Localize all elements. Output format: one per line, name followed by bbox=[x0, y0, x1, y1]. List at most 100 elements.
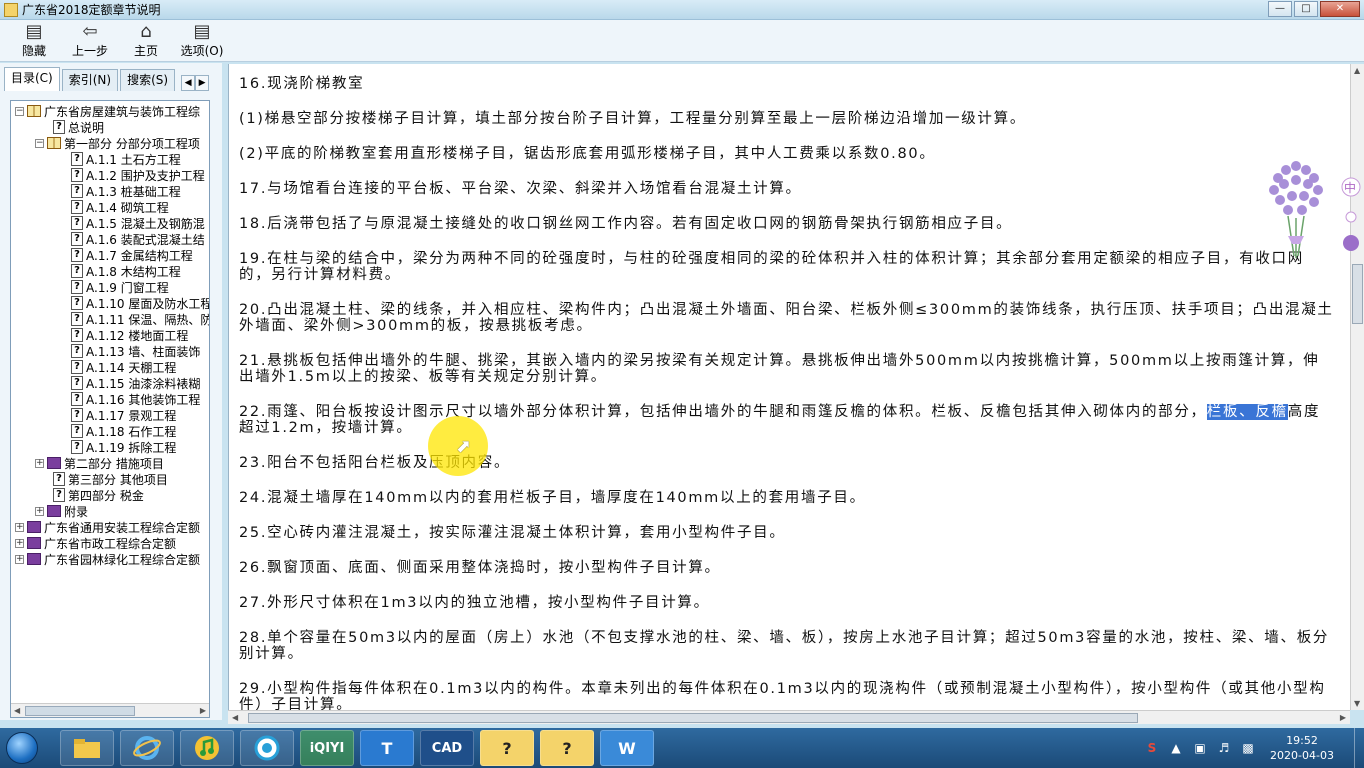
taskbar-iqiyi[interactable]: iQIYI bbox=[300, 730, 354, 766]
tree-item[interactable]: ? A.1.3 桩基础工程 bbox=[71, 183, 181, 199]
scroll-up-icon[interactable]: ▲ bbox=[1354, 66, 1360, 75]
expand-icon[interactable]: + bbox=[35, 458, 44, 468]
tree-item[interactable]: + 附录 bbox=[35, 503, 88, 519]
scroll-right-icon[interactable]: ▶ bbox=[200, 706, 206, 715]
expand-icon[interactable]: + bbox=[35, 506, 44, 516]
scroll-left-icon[interactable]: ◀ bbox=[232, 713, 238, 722]
taskbar-wps[interactable]: W bbox=[600, 730, 654, 766]
tree-item-label: A.1.6 装配式混凝土结 bbox=[86, 232, 205, 247]
tree-item[interactable]: − 广东省房屋建筑与装饰工程综 bbox=[15, 103, 200, 119]
tree-item[interactable]: ? A.1.7 金属结构工程 bbox=[71, 247, 193, 263]
hide-button[interactable]: ▤ 隐藏 bbox=[8, 20, 60, 60]
home-button[interactable]: ⌂ 主页 bbox=[120, 20, 172, 60]
paragraph: 22.雨篷、阳台板按设计图示尺寸以墙外部分体积计算，包括伸出墙外的牛腿和雨篷反檐… bbox=[239, 404, 1335, 436]
tree-item[interactable]: ? A.1.16 其他装饰工程 bbox=[71, 391, 200, 407]
taskbar-cad[interactable]: CAD bbox=[420, 730, 474, 766]
closed-book-icon bbox=[27, 537, 41, 549]
scrollbar-thumb[interactable] bbox=[25, 706, 135, 716]
tree-item[interactable]: ? 第三部分 其他项目 bbox=[53, 471, 168, 487]
tab-index[interactable]: 索引(N) bbox=[61, 69, 119, 91]
back-button[interactable]: ⇦ 上一步 bbox=[64, 20, 116, 60]
tree-item[interactable]: ? 总说明 bbox=[53, 119, 104, 135]
start-button[interactable] bbox=[0, 728, 44, 768]
expand-icon[interactable]: + bbox=[15, 538, 24, 548]
tree-item[interactable]: ? A.1.4 砌筑工程 bbox=[71, 199, 169, 215]
tree-item[interactable]: + 广东省园林绿化工程综合定额 bbox=[15, 551, 200, 567]
tab-scroll-left-icon[interactable]: ◀ bbox=[181, 75, 196, 91]
tree-item[interactable]: ? A.1.18 石作工程 bbox=[71, 423, 176, 439]
side-toolbar-widget[interactable]: 中 bbox=[1340, 175, 1362, 255]
show-hidden-icon[interactable]: ▲ bbox=[1168, 740, 1184, 756]
tree-item[interactable]: ? A.1.1 土石方工程 bbox=[71, 151, 181, 167]
contents-tree[interactable]: − 广东省房屋建筑与装饰工程综 ? 总说明 − 第一部分 分部分项工程项 ? A.… bbox=[10, 100, 210, 718]
scrollbar-thumb[interactable] bbox=[248, 713, 1138, 723]
tree-item[interactable]: ? A.1.9 门窗工程 bbox=[71, 279, 169, 295]
help-page-icon: ? bbox=[71, 312, 83, 326]
taskbar-chat[interactable] bbox=[240, 730, 294, 766]
tab-search[interactable]: 搜索(S) bbox=[120, 69, 176, 91]
maximize-button[interactable]: □ bbox=[1294, 1, 1318, 17]
content-vertical-scrollbar[interactable]: ▲ ▼ bbox=[1350, 64, 1364, 710]
tree-item-label: A.1.4 砌筑工程 bbox=[86, 200, 169, 215]
collapse-icon[interactable]: − bbox=[35, 138, 44, 148]
taskbar-help-1[interactable]: ? bbox=[480, 730, 534, 766]
tree-item[interactable]: + 广东省市政工程综合定额 bbox=[15, 535, 176, 551]
clock[interactable]: 19:52 2020-04-03 bbox=[1264, 733, 1340, 763]
options-button[interactable]: ▤ 选项(O) bbox=[176, 20, 228, 60]
sogou-input-icon[interactable]: S bbox=[1144, 740, 1160, 756]
show-desktop-button[interactable] bbox=[1354, 728, 1364, 768]
expand-icon[interactable]: + bbox=[15, 522, 24, 532]
hide-pane-icon: ▤ bbox=[25, 21, 43, 42]
tree-item[interactable]: ? A.1.5 混凝土及钢筋混 bbox=[71, 215, 205, 231]
content-horizontal-scrollbar[interactable]: ◀ ▶ bbox=[228, 710, 1350, 724]
tree-item-label: A.1.14 天棚工程 bbox=[86, 360, 177, 375]
minimize-button[interactable]: — bbox=[1268, 1, 1292, 17]
content-pane[interactable]: 16.现浇阶梯教室 (1)梯悬空部分按楼梯子目计算，填土部分按台阶子目计算，工程… bbox=[228, 64, 1350, 710]
taskbar-ie[interactable] bbox=[120, 730, 174, 766]
close-button[interactable]: ✕ bbox=[1320, 1, 1360, 17]
closed-book-icon bbox=[27, 553, 41, 565]
music-icon bbox=[195, 736, 219, 760]
tab-contents[interactable]: 目录(C) bbox=[4, 67, 60, 91]
tree-item[interactable]: ? A.1.19 拆除工程 bbox=[71, 439, 176, 455]
selected-text[interactable]: 栏板、反檐 bbox=[1206, 404, 1288, 420]
tree-item[interactable]: ? A.1.10 屋面及防水工程 bbox=[71, 295, 209, 311]
scroll-right-icon[interactable]: ▶ bbox=[1340, 713, 1346, 722]
tree-item[interactable]: ? A.1.8 木结构工程 bbox=[71, 263, 181, 279]
tree-item[interactable]: ? A.1.17 景观工程 bbox=[71, 407, 176, 423]
paragraph: 29.小型构件指每件体积在0.1m3以内的构件。本章未列出的每件体积在0.1m3… bbox=[239, 681, 1326, 710]
network-icon[interactable]: ▩ bbox=[1240, 740, 1256, 756]
cad-icon: CAD bbox=[431, 740, 463, 756]
tree-item[interactable]: + 第二部分 措施项目 bbox=[35, 455, 164, 471]
collapse-icon[interactable]: − bbox=[15, 106, 24, 116]
taskbar-t-app[interactable]: T bbox=[360, 730, 414, 766]
tree-item[interactable]: + 广东省通用安装工程综合定额 bbox=[15, 519, 200, 535]
tree-item[interactable]: − 第一部分 分部分项工程项 bbox=[35, 135, 200, 151]
wps-icon: W bbox=[618, 738, 636, 758]
scroll-left-icon[interactable]: ◀ bbox=[14, 706, 20, 715]
tree-horizontal-scrollbar[interactable]: ◀ ▶ bbox=[11, 703, 209, 717]
scrollbar-thumb[interactable] bbox=[1352, 264, 1363, 324]
tree-item[interactable]: ? A.1.15 油漆涂料裱糊 bbox=[71, 375, 200, 391]
volume-icon[interactable]: ♬ bbox=[1216, 740, 1232, 756]
tree-item-label: A.1.7 金属结构工程 bbox=[86, 248, 193, 263]
tree-item-label: A.1.18 石作工程 bbox=[86, 424, 177, 439]
taskbar-explorer[interactable] bbox=[60, 730, 114, 766]
tab-scroll-right-icon[interactable]: ▶ bbox=[195, 75, 210, 91]
chat-icon bbox=[254, 735, 280, 761]
taskbar-music[interactable] bbox=[180, 730, 234, 766]
paragraph: 28.单个容量在50m3以内的屋面（房上）水池（不包支撑水池的柱、梁、墙、板），… bbox=[239, 630, 1330, 662]
paragraph: 26.飘窗顶面、底面、侧面采用整体浇捣时，按小型构件子目计算。 bbox=[239, 560, 721, 576]
tree-item[interactable]: ? 第四部分 税金 bbox=[53, 487, 144, 503]
tree-item[interactable]: ? A.1.14 天棚工程 bbox=[71, 359, 176, 375]
tree-item[interactable]: ? A.1.13 墙、柱面装饰 bbox=[71, 343, 200, 359]
tree-item[interactable]: ? A.1.2 围护及支护工程 bbox=[71, 167, 205, 183]
scroll-down-icon[interactable]: ▼ bbox=[1354, 699, 1360, 708]
taskbar-help-2[interactable]: ? bbox=[540, 730, 594, 766]
tree-item[interactable]: ? A.1.11 保温、隔热、防 bbox=[71, 311, 209, 327]
expand-icon[interactable]: + bbox=[15, 554, 24, 564]
device-icon[interactable]: ▣ bbox=[1192, 740, 1208, 756]
home-icon: ⌂ bbox=[140, 21, 152, 42]
tree-item[interactable]: ? A.1.6 装配式混凝土结 bbox=[71, 231, 205, 247]
tree-item[interactable]: ? A.1.12 楼地面工程 bbox=[71, 327, 188, 343]
